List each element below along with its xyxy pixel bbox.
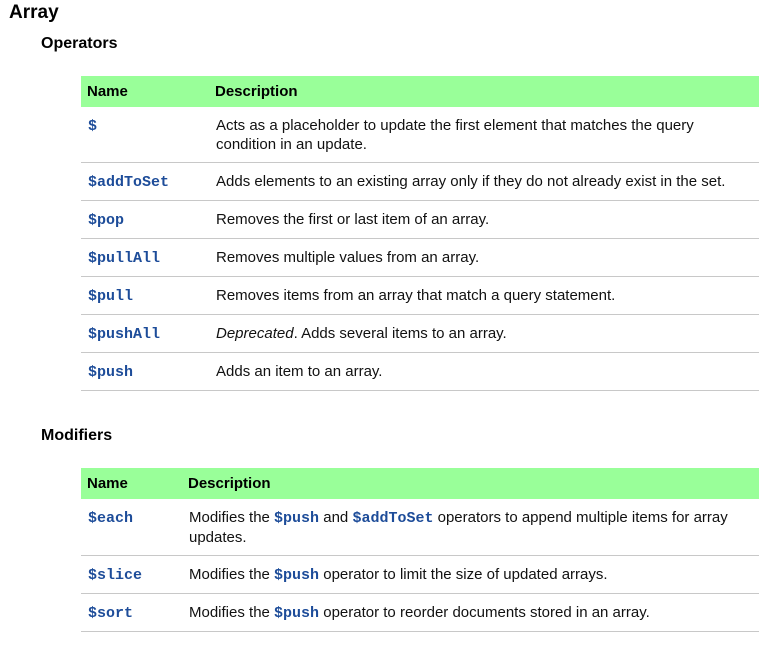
table-row: $pushAll Deprecated. Adds several items … <box>81 314 759 353</box>
operators-col-name: Name <box>81 76 209 107</box>
modifier-description: Modifies the $push operator to reorder d… <box>182 593 759 632</box>
operators-heading: Operators <box>41 35 118 52</box>
modifier-name-link[interactable]: $sort <box>88 605 133 622</box>
modifiers-table: Name Description $each Modifies the $pus… <box>81 468 759 632</box>
operator-description: Deprecated. Adds several items to an arr… <box>209 314 759 353</box>
operator-name-link[interactable]: $addToSet <box>88 174 169 191</box>
operator-description: Acts as a placeholder to update the firs… <box>209 107 759 163</box>
table-row: $addToSet Adds elements to an existing a… <box>81 162 759 201</box>
addtoset-code-link[interactable]: $addToSet <box>352 510 433 527</box>
operator-name-link[interactable]: $ <box>88 118 97 135</box>
deprecated-label: Deprecated <box>216 325 294 342</box>
modifiers-col-name: Name <box>81 468 182 499</box>
modifiers-col-description: Description <box>182 468 759 499</box>
modifiers-header-row: Name Description <box>81 468 759 499</box>
page-title: Array <box>9 2 59 23</box>
push-code-link[interactable]: $push <box>274 510 319 527</box>
operator-name-link[interactable]: $pushAll <box>88 326 160 343</box>
operator-description: Removes items from an array that match a… <box>209 276 759 315</box>
table-row: $each Modifies the $push and $addToSet o… <box>81 499 759 556</box>
operator-description: Removes the first or last item of an arr… <box>209 200 759 239</box>
table-row: $pop Removes the first or last item of a… <box>81 200 759 239</box>
modifier-name-link[interactable]: $each <box>88 510 133 527</box>
modifiers-heading: Modifiers <box>41 427 113 444</box>
table-row: $push Adds an item to an array. <box>81 352 759 391</box>
operator-description: Adds an item to an array. <box>209 352 759 391</box>
push-code-link[interactable]: $push <box>274 567 319 584</box>
operator-name-link[interactable]: $pullAll <box>88 250 160 267</box>
operators-col-description: Description <box>209 76 759 107</box>
operator-description: Removes multiple values from an array. <box>209 238 759 277</box>
operator-name-link[interactable]: $pull <box>88 288 133 305</box>
operators-table: Name Description $ Acts as a placeholder… <box>81 76 759 391</box>
modifier-description: Modifies the $push operator to limit the… <box>182 555 759 594</box>
modifier-description: Modifies the $push and $addToSet operato… <box>182 499 759 556</box>
table-row: $ Acts as a placeholder to update the fi… <box>81 107 759 163</box>
operator-name-link[interactable]: $pop <box>88 212 124 229</box>
table-row: $slice Modifies the $push operator to li… <box>81 555 759 594</box>
operator-name-link[interactable]: $push <box>88 364 133 381</box>
operators-header-row: Name Description <box>81 76 759 107</box>
push-code-link[interactable]: $push <box>274 605 319 622</box>
operator-description: Adds elements to an existing array only … <box>209 162 759 201</box>
modifier-name-link[interactable]: $slice <box>88 567 142 584</box>
table-row: $pull Removes items from an array that m… <box>81 276 759 315</box>
table-row: $pullAll Removes multiple values from an… <box>81 238 759 277</box>
table-row: $sort Modifies the $push operator to reo… <box>81 593 759 632</box>
